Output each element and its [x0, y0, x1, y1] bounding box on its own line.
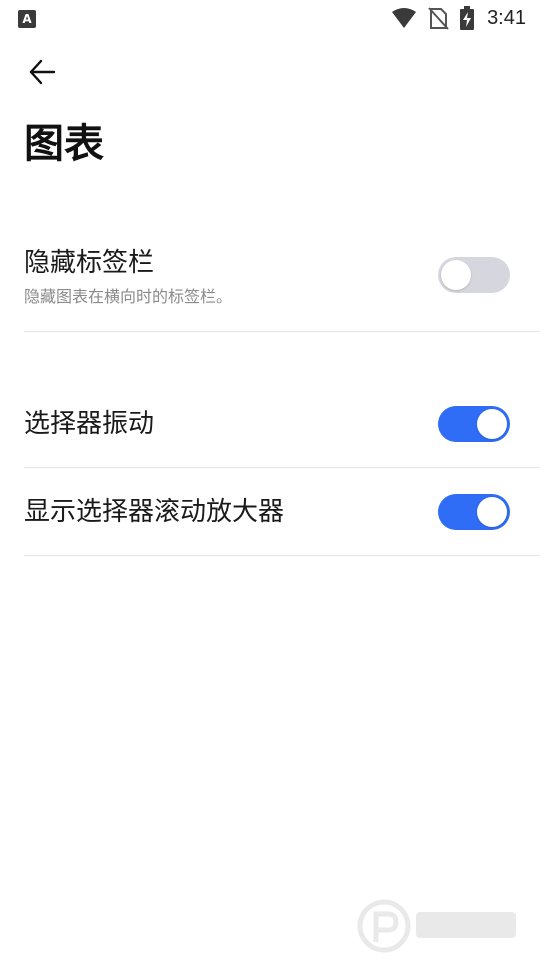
app-notification-icon: A: [18, 10, 36, 28]
setting-description: 隐藏图表在横向时的标签栏。: [24, 287, 233, 306]
picker-vibration-toggle[interactable]: [438, 406, 510, 442]
toggle-knob: [477, 409, 507, 439]
setting-hide-tab-bar[interactable]: 隐藏标签栏 隐藏图表在横向时的标签栏。: [24, 234, 540, 332]
setting-picker-vibration[interactable]: 选择器振动: [24, 380, 540, 468]
status-icons: 3:41: [391, 6, 526, 30]
picker-magnifier-toggle[interactable]: [438, 494, 510, 530]
arrow-left-icon: [29, 59, 56, 85]
toggle-knob: [441, 260, 471, 290]
back-button[interactable]: [20, 52, 64, 92]
no-sim-icon: [428, 7, 449, 30]
setting-title: 选择器振动: [24, 409, 155, 439]
setting-picker-magnifier[interactable]: 显示选择器滚动放大器: [24, 468, 540, 556]
setting-title: 隐藏标签栏: [24, 248, 155, 278]
status-time: 3:41: [487, 6, 526, 29]
battery-charging-icon: [460, 6, 475, 30]
page-title: 图表: [24, 121, 104, 167]
setting-title: 显示选择器滚动放大器: [24, 497, 285, 527]
status-bar: A 3:41: [0, 0, 540, 36]
wifi-icon: [392, 8, 417, 28]
watermark-logo: [357, 899, 516, 953]
toggle-knob: [477, 497, 507, 527]
hide-tab-bar-toggle[interactable]: [438, 257, 510, 293]
